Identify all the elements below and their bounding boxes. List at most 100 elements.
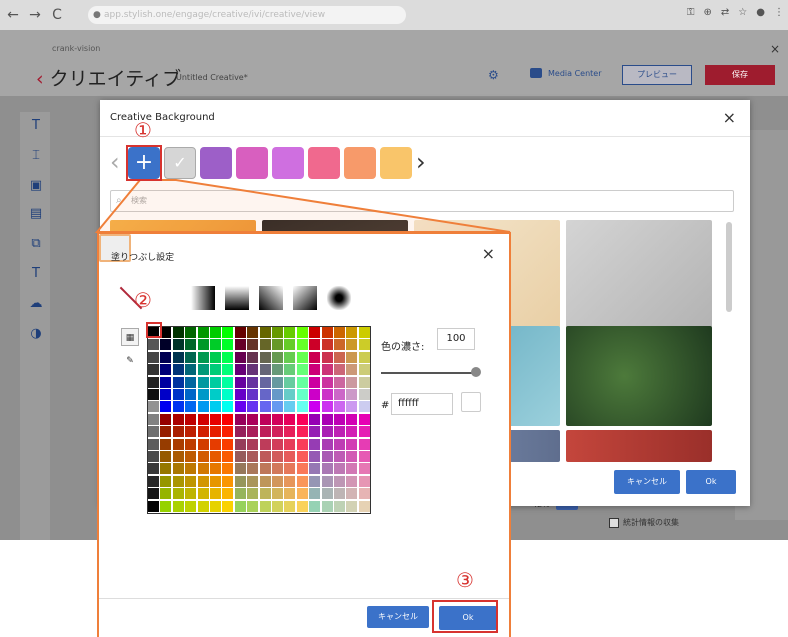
gradient-vertical-option[interactable] [225,286,249,310]
palette-color-cell[interactable] [358,339,370,352]
palette-color-cell[interactable] [272,413,284,426]
palette-color-cell[interactable] [272,339,284,352]
palette-color-cell[interactable] [309,401,322,414]
palette-color-cell[interactable] [334,500,346,513]
palette-color-cell[interactable] [321,500,334,513]
clock-tool-icon[interactable]: ◑ [28,326,44,342]
palette-color-cell[interactable] [197,500,210,513]
palette-color-cell[interactable] [321,351,334,364]
palette-color-cell[interactable] [296,327,309,339]
palette-color-cell[interactable] [172,401,185,414]
palette-color-cell[interactable] [172,500,185,513]
palette-color-cell[interactable] [358,500,370,513]
palette-color-cell[interactable] [247,500,260,513]
scrollbar[interactable] [726,222,732,312]
palette-color-cell[interactable] [358,327,370,339]
palette-color-cell[interactable] [222,389,235,401]
palette-color-cell[interactable] [172,451,185,463]
palette-color-cell[interactable] [259,413,272,426]
close-icon[interactable]: × [723,108,736,127]
palette-color-cell[interactable] [210,401,222,414]
zoom-icon[interactable]: ⊕ [704,7,712,18]
palette-color-cell[interactable] [234,438,247,451]
palette-color-cell[interactable] [210,351,222,364]
eyedropper-icon[interactable]: ✎ [121,352,139,370]
palette-color-cell[interactable] [309,364,322,377]
palette-color-cell[interactable] [234,475,247,488]
forward-arrow-icon[interactable]: → [28,7,42,23]
palette-color-cell[interactable] [296,413,309,426]
palette-color-cell[interactable] [160,413,173,426]
palette-color-cell[interactable] [346,463,359,476]
palette-color-cell[interactable] [148,426,160,439]
palette-color-cell[interactable] [172,339,185,352]
palette-color-cell[interactable] [259,488,272,501]
palette-color-cell[interactable] [309,351,322,364]
density-slider-handle[interactable] [471,367,481,377]
palette-color-cell[interactable] [234,426,247,439]
palette-color-cell[interactable] [197,401,210,414]
palette-color-cell[interactable] [222,500,235,513]
palette-color-cell[interactable] [334,339,346,352]
palette-color-cell[interactable] [247,451,260,463]
palette-color-cell[interactable] [160,463,173,476]
palette-color-cell[interactable] [210,426,222,439]
palette-color-cell[interactable] [346,327,359,339]
background-image-thumbnail[interactable] [566,220,712,328]
palette-color-cell[interactable] [259,327,272,339]
palette-color-cell[interactable] [210,327,222,339]
palette-color-cell[interactable] [185,451,198,463]
palette-color-cell[interactable] [321,339,334,352]
palette-color-cell[interactable] [197,364,210,377]
palette-color-cell[interactable] [222,364,235,377]
palette-color-cell[interactable] [309,463,322,476]
palette-color-cell[interactable] [222,401,235,414]
palette-color-cell[interactable] [334,463,346,476]
palette-color-cell[interactable] [160,327,173,339]
palette-color-cell[interactable] [358,376,370,389]
palette-color-cell[interactable] [284,389,297,401]
save-button[interactable]: 保存 [705,65,775,85]
palette-color-cell[interactable] [321,488,334,501]
color-palette-grid[interactable] [147,326,371,514]
palette-color-cell[interactable] [172,364,185,377]
palette-color-cell[interactable] [148,500,160,513]
palette-color-cell[interactable] [247,401,260,414]
palette-color-cell[interactable] [358,426,370,439]
text-tool-icon[interactable]: T [28,118,44,134]
palette-color-cell[interactable] [234,327,247,339]
palette-color-cell[interactable] [172,426,185,439]
palette-color-cell[interactable] [358,364,370,377]
palette-color-cell[interactable] [185,488,198,501]
palette-color-cell[interactable] [284,475,297,488]
palette-color-cell[interactable] [272,475,284,488]
palette-color-cell[interactable] [272,438,284,451]
palette-color-cell[interactable] [309,500,322,513]
preview-button[interactable]: プレビュー [622,65,692,85]
palette-color-cell[interactable] [234,463,247,476]
palette-color-cell[interactable] [309,327,322,339]
palette-color-cell[interactable] [284,426,297,439]
palette-color-cell[interactable] [284,327,297,339]
palette-color-cell[interactable] [210,339,222,352]
palette-color-cell[interactable] [185,364,198,377]
palette-color-cell[interactable] [284,401,297,414]
color-swatch[interactable] [200,147,232,179]
palette-color-cell[interactable] [148,364,160,377]
color-swatch[interactable] [308,147,340,179]
palette-color-cell[interactable] [334,438,346,451]
palette-color-cell[interactable] [284,500,297,513]
palette-color-cell[interactable] [172,351,185,364]
palette-color-cell[interactable] [272,351,284,364]
palette-color-cell[interactable] [148,351,160,364]
palette-color-cell[interactable] [358,475,370,488]
palette-color-cell[interactable] [247,327,260,339]
palette-color-cell[interactable] [346,426,359,439]
palette-color-cell[interactable] [321,451,334,463]
palette-color-cell[interactable] [160,351,173,364]
palette-color-cell[interactable] [210,475,222,488]
gradient-horizontal-option[interactable] [191,286,215,310]
weather-tool-icon[interactable]: ☁ [28,296,44,312]
palette-color-cell[interactable] [234,401,247,414]
palette-color-cell[interactable] [296,500,309,513]
